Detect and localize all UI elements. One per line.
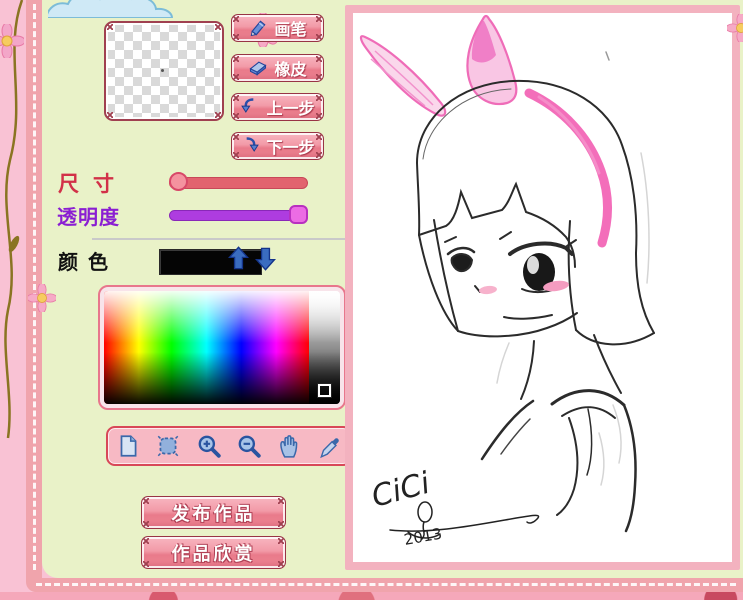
color-down-arrow-icon[interactable] xyxy=(254,245,277,272)
dotted-border-bottom xyxy=(26,578,743,592)
divider xyxy=(92,238,345,240)
redo-arrow-icon xyxy=(247,137,260,152)
drawing-canvas[interactable]: CiCi 2013 xyxy=(353,13,732,562)
publish-button-label: 发布作品 xyxy=(171,503,256,524)
signature-year: 2013 xyxy=(403,525,444,549)
opacity-label: 透明度 xyxy=(57,207,120,229)
undo-arrow-icon xyxy=(241,98,254,113)
eraser-button-label: 橡皮 xyxy=(274,62,307,79)
undo-button[interactable]: 上一步 xyxy=(231,93,324,121)
flower-icon xyxy=(28,284,56,312)
page-bottom-decoration xyxy=(0,592,743,600)
brush-button-label: 画笔 xyxy=(274,22,307,39)
eraser-button[interactable]: 橡皮 xyxy=(231,54,324,82)
gallery-button[interactable]: 作品欣赏 xyxy=(141,536,286,569)
gallery-button-label: 作品欣赏 xyxy=(171,543,256,564)
size-slider-thumb[interactable] xyxy=(169,172,188,191)
blossom-icon xyxy=(0,24,24,58)
color-picker[interactable] xyxy=(98,285,346,410)
publish-button[interactable]: 发布作品 xyxy=(141,496,286,529)
signature-text: CiCi xyxy=(368,466,434,515)
canvas-frame: CiCi 2013 xyxy=(345,5,740,570)
pencil-icon xyxy=(251,20,266,37)
paint-app: 画笔 橡皮 上一步 下一步 尺寸 透明度 颜色 发布作品 作品欣赏 CiCi 2… xyxy=(0,0,743,600)
size-label: 尺寸 xyxy=(58,173,128,196)
select-icon[interactable] xyxy=(155,433,181,459)
opacity-slider-thumb[interactable] xyxy=(289,205,308,224)
eraser-icon xyxy=(249,61,267,76)
opacity-slider-track[interactable] xyxy=(169,210,307,221)
flower-icon xyxy=(727,14,743,42)
size-slider-track[interactable] xyxy=(169,177,308,189)
redo-button-label: 下一步 xyxy=(266,140,315,157)
hand-icon[interactable] xyxy=(276,433,302,459)
zoom-in-icon[interactable] xyxy=(196,433,222,459)
picker-selector[interactable] xyxy=(317,383,332,398)
color-up-arrow-icon[interactable] xyxy=(227,245,250,272)
undo-button-label: 上一步 xyxy=(266,101,315,118)
signature: CiCi 2013 xyxy=(368,466,540,549)
eyedropper-icon[interactable] xyxy=(317,433,343,459)
brush-button[interactable]: 画笔 xyxy=(231,14,324,42)
new-page-icon[interactable] xyxy=(115,433,141,459)
redo-button[interactable]: 下一步 xyxy=(231,132,324,160)
brush-preview-box xyxy=(104,21,224,121)
canvas-drawing: CiCi 2013 xyxy=(359,14,655,549)
color-label: 颜色 xyxy=(58,252,118,274)
cloud-icon xyxy=(48,0,174,18)
zoom-out-icon[interactable] xyxy=(236,433,262,459)
girl-sketch xyxy=(416,51,655,533)
shade-overlay xyxy=(104,291,340,404)
canvas-tools-bar xyxy=(106,426,352,466)
brush-size-dot xyxy=(161,69,164,72)
